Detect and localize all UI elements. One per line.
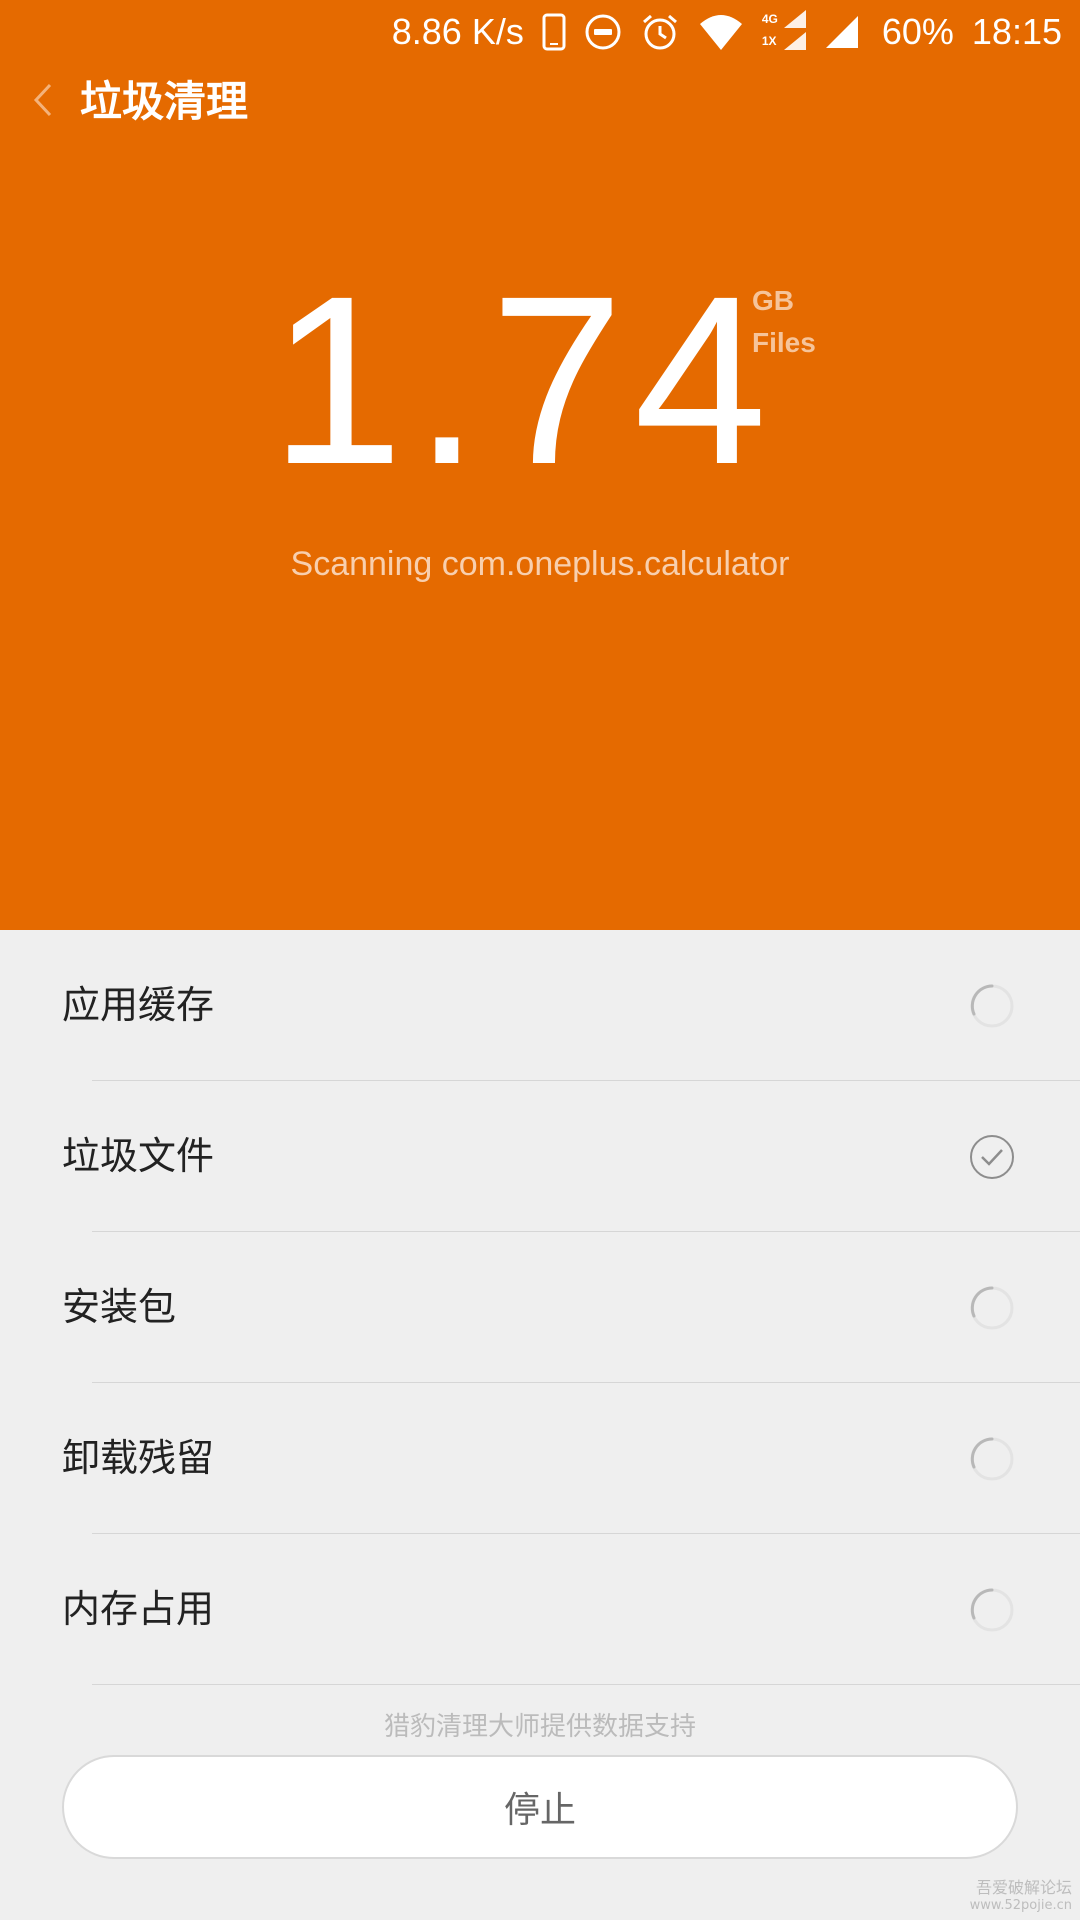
status-bar: 8.86 K/s 4G 1X 60% 18:15 xyxy=(0,0,1080,64)
scan-size-display: 1.74 GB Files xyxy=(0,246,1080,514)
clock: 18:15 xyxy=(971,11,1062,52)
loading-spinner-icon xyxy=(968,1586,1016,1634)
network-speed: 8.86 K/s xyxy=(391,11,524,52)
watermark-line2: www.52pojie.cn xyxy=(969,1898,1072,1913)
list-item-memory-usage[interactable]: 内存占用 xyxy=(0,1534,1080,1685)
phone-icon xyxy=(542,13,566,51)
dnd-icon xyxy=(584,13,622,51)
list-item-junk-files[interactable]: 垃圾文件 xyxy=(0,1081,1080,1232)
loading-spinner-icon xyxy=(968,982,1016,1030)
alarm-icon xyxy=(640,12,680,52)
list-item-label: 安装包 xyxy=(62,1285,177,1329)
network-type-1x: 1X xyxy=(761,34,777,48)
app-header: 垃圾清理 xyxy=(0,64,1080,140)
scan-category-list: 应用缓存 垃圾文件 安装包 卸载残留 内存占用 xyxy=(0,930,1080,1685)
chevron-left-icon xyxy=(30,81,54,123)
list-item-uninstall-residue[interactable]: 卸载残留 xyxy=(0,1383,1080,1534)
page-title: 垃圾清理 xyxy=(80,78,249,125)
loading-spinner-icon xyxy=(968,1435,1016,1483)
loading-spinner-icon xyxy=(968,1284,1016,1332)
divider xyxy=(92,1684,1080,1685)
list-item-label: 卸载残留 xyxy=(62,1436,215,1480)
battery-level: 60% xyxy=(881,11,954,52)
list-item-install-packages[interactable]: 安装包 xyxy=(0,1232,1080,1383)
scan-size-unit: GB xyxy=(752,285,794,316)
scan-status-text: Scanning com.oneplus.calculator xyxy=(290,545,790,583)
watermark-line1: 吾爱破解论坛 xyxy=(975,1878,1072,1897)
scan-size-value: 1.74 xyxy=(270,246,778,514)
stop-button[interactable]: 停止 xyxy=(62,1755,1018,1859)
list-item-label: 垃圾文件 xyxy=(62,1134,215,1178)
list-item-app-cache[interactable]: 应用缓存 xyxy=(0,930,1080,1081)
check-circle-icon xyxy=(968,1133,1016,1181)
back-button[interactable] xyxy=(14,74,70,130)
mobile-signal-icon: 4G 1X xyxy=(762,10,806,54)
network-type-4g: 4G xyxy=(761,12,778,26)
wifi-icon xyxy=(698,12,744,52)
watermark: 吾爱破解论坛 www.52pojie.cn xyxy=(970,1878,1072,1914)
list-item-label: 内存占用 xyxy=(62,1587,215,1631)
list-item-label: 应用缓存 xyxy=(62,983,215,1027)
data-provider-note: 猎豹清理大师提供数据支持 xyxy=(383,1712,696,1742)
signal-icon xyxy=(824,14,860,50)
scan-size-label: Files xyxy=(752,327,816,358)
